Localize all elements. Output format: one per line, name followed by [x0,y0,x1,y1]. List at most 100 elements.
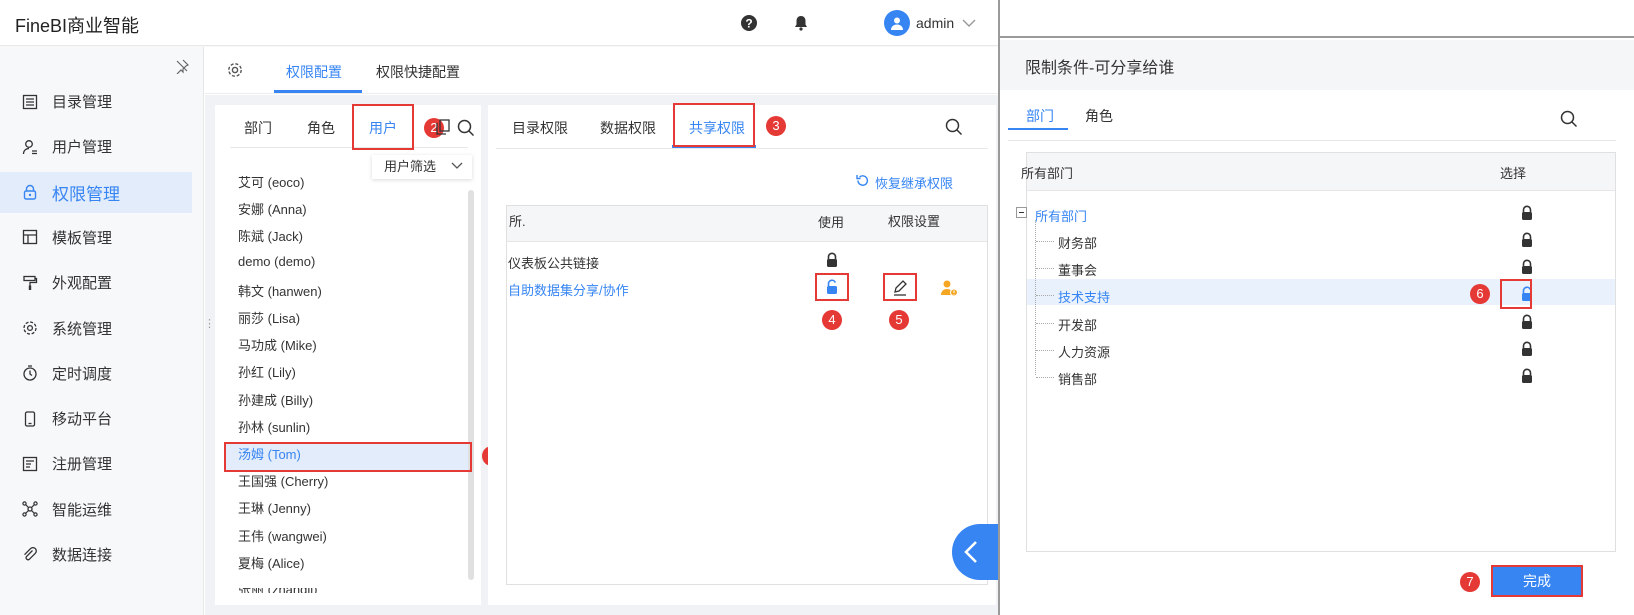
sidebar-item[interactable]: 定时调度 [0,353,192,394]
sidebar-item[interactable]: 外观配置 [0,262,192,303]
dept-item[interactable]: 董事会 [1058,260,1097,279]
dept-root[interactable]: 所有部门 [1035,206,1087,225]
active-tab-underline [274,90,362,93]
tree-line [1036,241,1054,242]
tab-permission-config[interactable]: 权限配置 [286,62,342,82]
tree-line [1036,268,1054,270]
search-icon[interactable] [457,119,475,137]
svg-text:?: ? [745,17,752,31]
copy-icon[interactable] [436,119,450,135]
divider [230,147,468,148]
list-item[interactable]: 王国强 (Cherry) [238,471,328,490]
dialog-tab-department[interactable]: 部门 [1026,106,1054,126]
dept-item[interactable]: 财务部 [1058,233,1097,252]
user-warning-icon[interactable] [940,279,958,297]
lock-icon[interactable] [1520,341,1534,357]
dept-item[interactable]: 销售部 [1058,369,1097,388]
bell-icon[interactable] [792,14,810,32]
sidebar-item[interactable]: 目录管理 [0,81,192,122]
done-button[interactable]: 完成 [1493,567,1581,595]
lock-icon[interactable] [1520,205,1534,221]
table-row-label: 仪表板公共链接 [508,256,600,271]
active-tab-underline [1008,128,1068,130]
lock-icon[interactable] [1520,259,1534,275]
sidebar-item[interactable]: 用户管理 [0,126,192,167]
tree-line [1036,322,1054,324]
sidebar-item[interactable]: 智能运维 [0,489,192,530]
dept-item[interactable]: 人力资源 [1058,342,1110,361]
lock-icon[interactable] [825,252,839,268]
list-item[interactable]: 马功成 (Mike) [238,335,317,354]
lock-icon [22,184,38,200]
list-item[interactable]: demo (demo) [238,254,315,269]
mobile-icon [22,410,38,427]
sidebar-item[interactable]: 注册管理 [0,443,192,484]
sidebar-item[interactable]: 数据连接 [0,534,192,575]
avatar[interactable] [884,10,910,36]
user-icon [22,139,38,155]
gear-icon [22,320,38,336]
sidebar-item-label: 目录管理 [52,94,113,111]
list-item[interactable]: 丽莎 (Lisa) [238,308,300,327]
sidebar-item-label: 定时调度 [52,365,113,383]
list-item[interactable]: 艾可 (eoco) [238,172,304,191]
register-icon [22,456,38,472]
dialog-top-strip [1000,0,1634,38]
resize-handle[interactable]: ⋮ [204,319,215,330]
tree-line [1036,377,1054,378]
search-icon[interactable] [945,118,963,136]
restore-inherit-link[interactable]: 恢复继承权限 [875,173,953,192]
list-item[interactable]: 安娜 (Anna) [238,199,307,218]
sidebar-item[interactable]: 移动平台 [0,398,192,439]
template-icon [22,229,38,245]
list-item[interactable]: 陈斌 (Jack) [238,226,303,245]
list-item[interactable]: 韩文 (hanwen) [238,281,322,300]
user-list-scrollbar[interactable] [468,190,474,580]
collapse-panel-button[interactable] [952,524,998,580]
list-item[interactable]: 夏梅 (Alice) [238,553,304,572]
dept-item[interactable]: 技术支持 [1058,287,1110,306]
search-icon[interactable] [1560,110,1578,128]
tree-line [1036,349,1054,351]
dept-item[interactable]: 开发部 [1058,315,1097,334]
tab-quick-config[interactable]: 权限快捷配置 [376,62,460,82]
sidebar-item-label: 外观配置 [52,275,113,293]
unlock-icon[interactable] [825,279,839,295]
chevron-down-icon[interactable] [962,18,976,28]
department-list-header [1027,153,1615,191]
sidebar-item[interactable]: 模板管理 [0,217,192,258]
user-filter-label: 用户筛选 [384,159,437,174]
tab-role[interactable]: 角色 [307,118,335,138]
list-item[interactable]: 孙林 (sunlin) [238,417,310,436]
chevron-down-icon[interactable] [451,162,463,170]
list-item[interactable]: 孙建成 (Billy) [238,390,313,409]
annotation-badge-6: 6 [1470,284,1490,304]
sidebar-item-label: 用户管理 [52,139,113,157]
edit-pencil-icon[interactable] [892,280,908,296]
unpin-icon[interactable] [174,58,190,74]
list-item[interactable]: 孙红 (Lily) [238,362,296,381]
sidebar-item-label: 智能运维 [52,501,113,519]
annotation-badge-7: 7 [1460,572,1480,592]
user-name[interactable]: admin [916,15,954,31]
help-icon[interactable]: ? [740,14,758,32]
settings-gear-icon[interactable] [226,61,244,79]
list-item[interactable]: 王琳 (Jenny) [238,498,311,517]
lock-icon[interactable] [1520,314,1534,330]
tab-data-permission[interactable]: 数据权限 [600,118,656,138]
lock-icon[interactable] [1520,368,1534,384]
sidebar-item-label: 移动平台 [52,411,113,429]
annotation-box-3 [673,103,755,147]
brand-title: FineBI商业智能 [15,16,140,36]
tab-department[interactable]: 部门 [244,118,272,138]
sidebar-item[interactable]: 权限管理 [0,171,192,213]
table-row-label[interactable]: 自助数据集分享/协作 [508,280,629,299]
tab-catalog-permission[interactable]: 目录权限 [512,118,568,138]
restore-icon[interactable] [855,173,870,188]
sidebar-item[interactable]: 系统管理 [0,308,192,349]
collapse-tree-icon[interactable] [1016,207,1027,218]
dialog-tab-role[interactable]: 角色 [1085,106,1113,126]
list-item[interactable]: 王伟 (wangwei) [238,526,327,545]
lock-icon[interactable] [1520,232,1534,248]
list-item-cutoff: 张丽 (zhangli) [238,588,358,593]
